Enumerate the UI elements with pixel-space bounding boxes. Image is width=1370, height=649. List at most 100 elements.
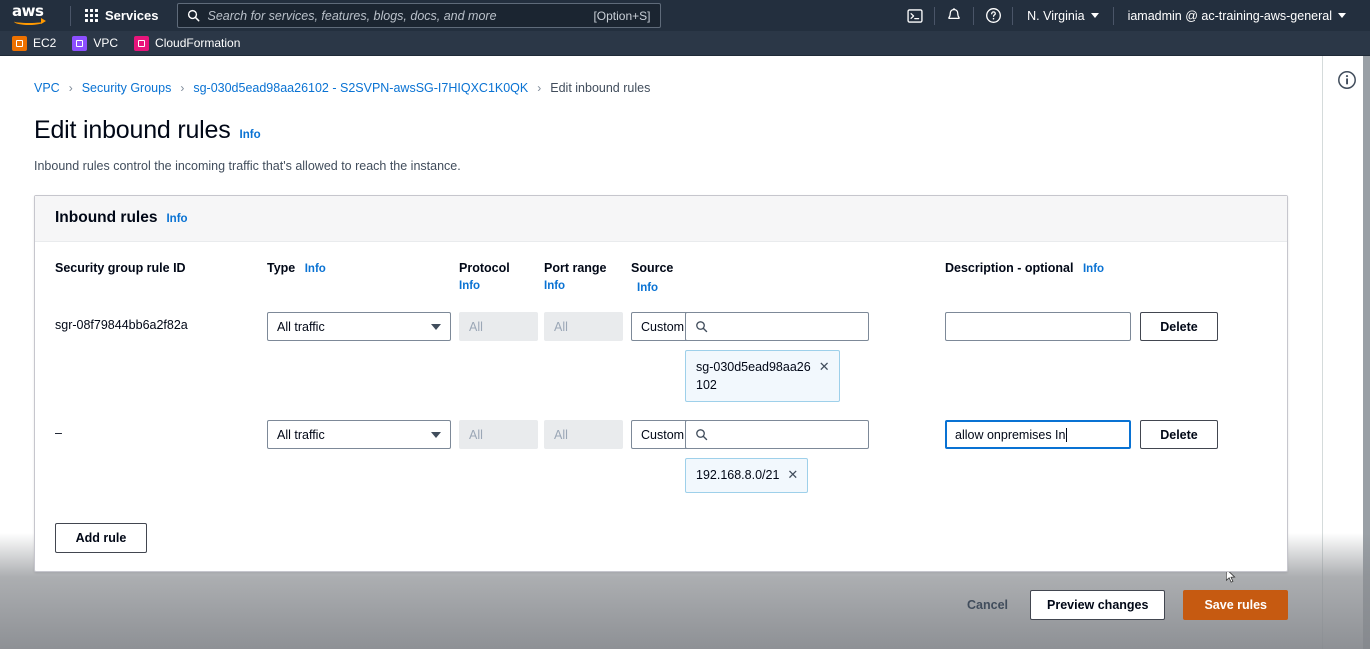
global-search-placeholder: Search for services, features, blogs, do… [208, 9, 586, 23]
column-header-label: Port range [544, 261, 607, 275]
type-select-value: All traffic [277, 320, 431, 334]
column-header-type: Type Info [267, 242, 459, 279]
remove-token-icon[interactable]: ✕ [819, 359, 830, 375]
bell-icon [946, 7, 962, 24]
column-header-label: Security group rule ID [55, 261, 186, 275]
delete-rule-button[interactable]: Delete [1140, 420, 1218, 449]
save-rules-button[interactable]: Save rules [1183, 590, 1288, 620]
protocol-value: All [469, 428, 483, 442]
top-navigation-bar: aws Services Search for services, featur… [0, 0, 1370, 31]
chevron-down-icon [431, 324, 441, 330]
chevron-down-icon [431, 432, 441, 438]
chevron-down-icon [1091, 13, 1099, 18]
source-token-label: sg-030d5ead98aa26102 [696, 358, 811, 394]
services-menu-label: Services [105, 8, 159, 23]
favorite-service-ec2[interactable]: EC2 [12, 36, 56, 51]
table-row: sgr-08f79844bb6a2f82a [55, 298, 267, 332]
column-info-link[interactable]: Info [305, 263, 326, 275]
delete-rule-button[interactable]: Delete [1140, 312, 1218, 341]
favorite-service-vpc[interactable]: VPC [72, 36, 118, 51]
question-circle-icon [985, 7, 1002, 24]
row-gap2 [1131, 406, 1140, 420]
port-range-value: All [554, 320, 568, 334]
column-header-label: Type [267, 261, 295, 275]
remove-token-icon[interactable]: ✕ [787, 467, 798, 483]
breadcrumb-item-security-groups[interactable]: Security Groups [82, 81, 172, 95]
row-source-type-cell: Custom [631, 298, 685, 341]
row-source-cell: 192.168.8.0/21 ✕ [685, 406, 937, 496]
search-icon [187, 9, 200, 22]
card-header: Inbound rules Info [35, 196, 1287, 242]
type-select[interactable]: All traffic [267, 312, 451, 341]
column-info-link[interactable]: Info [637, 282, 658, 294]
card-title-info-link[interactable]: Info [166, 213, 187, 225]
source-token: sg-030d5ead98aa26102 ✕ [685, 350, 840, 402]
account-label: iamadmin @ ac-training-aws-general [1128, 9, 1332, 23]
column-header-rule-id: Security group rule ID [55, 242, 267, 278]
row-description-cell: allow onpremises In [945, 406, 1131, 449]
vpc-service-icon [72, 36, 87, 51]
type-select[interactable]: All traffic [267, 420, 451, 449]
source-search-input[interactable] [685, 312, 869, 341]
breadcrumb-item-security-group[interactable]: sg-030d5ead98aa26102 - S2SVPN-awsSG-I7HI… [193, 81, 528, 95]
column-header-source-spacer [685, 242, 937, 259]
favorite-service-label: CloudFormation [155, 36, 240, 50]
aws-logo-smile-icon [14, 18, 44, 25]
source-search-input[interactable] [685, 420, 869, 449]
row-gap [937, 406, 945, 420]
chevron-down-icon [1338, 13, 1346, 18]
account-menu[interactable]: iamadmin @ ac-training-aws-general [1114, 0, 1360, 31]
nav-divider [70, 6, 71, 26]
row-actions-cell: Delete [1140, 298, 1252, 341]
column-info-link[interactable]: Info [459, 278, 544, 296]
region-selector[interactable]: N. Virginia [1013, 0, 1112, 31]
cloudshell-icon [907, 8, 923, 24]
rule-id-value: – [55, 426, 62, 440]
aws-logo-wordmark: aws [12, 4, 50, 18]
inbound-rules-card: Inbound rules Info Security group rule I… [34, 195, 1288, 572]
breadcrumb-separator-icon: › [69, 81, 73, 95]
info-circle-icon[interactable] [1337, 70, 1357, 90]
rule-id-value: sgr-08f79844bb6a2f82a [55, 318, 188, 332]
page-container: VPC › Security Groups › sg-030d5ead98aa2… [0, 56, 1370, 649]
type-select-value: All traffic [277, 428, 431, 442]
port-range-value: All [554, 428, 568, 442]
row-port-range-cell: All [544, 298, 631, 341]
column-header-label: Protocol [459, 261, 510, 275]
cloudshell-button[interactable] [896, 0, 934, 31]
description-input[interactable]: allow onpremises In [945, 420, 1131, 449]
row-gap [937, 298, 945, 312]
page-title-text: Edit inbound rules [34, 116, 231, 145]
global-search-input[interactable]: Search for services, features, blogs, do… [177, 3, 661, 28]
row-actions-cell: Delete [1140, 406, 1252, 449]
description-value: allow onpremises In [955, 428, 1065, 442]
breadcrumb-item-vpc[interactable]: VPC [34, 81, 60, 95]
column-header-gap [937, 242, 945, 259]
services-menu-button[interactable]: Services [77, 3, 167, 28]
add-rule-container: Add rule [55, 497, 1267, 553]
region-label: N. Virginia [1027, 9, 1084, 23]
notifications-button[interactable] [935, 0, 973, 31]
preview-changes-button[interactable]: Preview changes [1030, 590, 1165, 620]
card-title: Inbound rules [55, 209, 157, 227]
protocol-value: All [469, 320, 483, 334]
breadcrumb-separator-icon: › [180, 81, 184, 95]
favorite-service-label: VPC [93, 36, 118, 50]
breadcrumb-separator-icon: › [537, 81, 541, 95]
row-source-cell: sg-030d5ead98aa26102 ✕ [685, 298, 937, 406]
aws-logo[interactable]: aws [12, 4, 50, 28]
column-info-link[interactable]: Info [1083, 263, 1104, 275]
page-scrollbar[interactable] [1363, 56, 1370, 649]
column-info-link[interactable]: Info [544, 278, 631, 296]
form-actions: Cancel Preview changes Save rules [34, 590, 1288, 620]
row-protocol-cell: All [459, 406, 544, 449]
ec2-service-icon [12, 36, 27, 51]
cancel-button[interactable]: Cancel [963, 592, 1012, 618]
row-port-range-cell: All [544, 406, 631, 449]
help-button[interactable] [974, 0, 1012, 31]
page-title-info-link[interactable]: Info [240, 129, 261, 141]
column-header-gap2 [1131, 242, 1140, 259]
add-rule-button[interactable]: Add rule [55, 523, 147, 553]
favorite-service-cloudformation[interactable]: CloudFormation [134, 36, 240, 51]
description-input[interactable] [945, 312, 1131, 341]
